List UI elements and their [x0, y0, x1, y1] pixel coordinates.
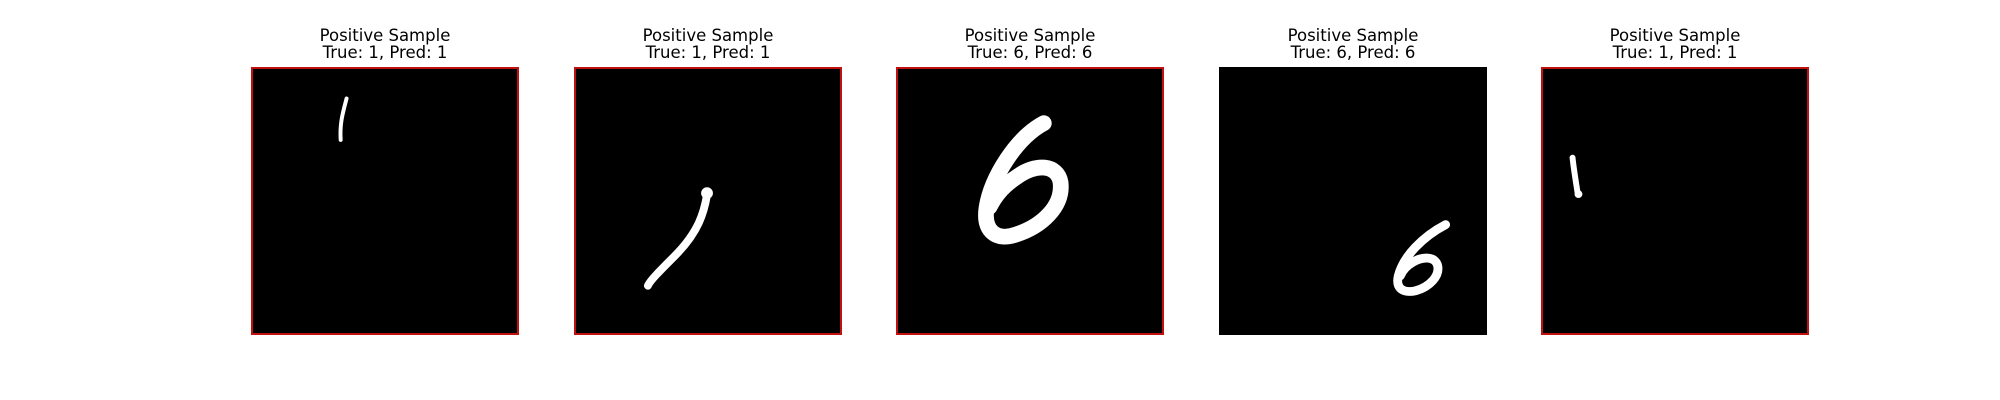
digit-six-icon [978, 115, 1069, 245]
sample-title-4: Positive Sample True: 6, Pred: 6 [1219, 27, 1487, 67]
sample-image-5 [1541, 67, 1809, 335]
sample-title-1: Positive Sample True: 1, Pred: 1 [251, 27, 519, 67]
sample-title-3: Positive Sample True: 6, Pred: 6 [896, 27, 1164, 67]
sample-label: Positive Sample [964, 26, 1096, 45]
sample-label: Positive Sample [319, 26, 451, 45]
digit-one-icon [643, 187, 713, 290]
digit-six-icon [1393, 220, 1451, 296]
sample-panel-3: Positive Sample True: 6, Pred: 6 [896, 27, 1164, 335]
sample-panel-4: Positive Sample True: 6, Pred: 6 [1219, 27, 1487, 335]
sample-caption: True: 6, Pred: 6 [967, 43, 1093, 62]
sample-title-2: Positive Sample True: 1, Pred: 1 [574, 27, 842, 67]
sample-panel-5: Positive Sample True: 1, Pred: 1 [1541, 27, 1809, 335]
sample-label: Positive Sample [642, 26, 774, 45]
sample-image-3 [896, 67, 1164, 335]
sample-label: Positive Sample [1609, 26, 1741, 45]
sample-caption: True: 1, Pred: 1 [1612, 43, 1738, 62]
sample-caption: True: 6, Pred: 6 [1290, 43, 1416, 62]
sample-caption: True: 1, Pred: 1 [645, 43, 771, 62]
sample-image-2 [574, 67, 842, 335]
sample-title-5: Positive Sample True: 1, Pred: 1 [1541, 27, 1809, 67]
digit-one-icon [338, 96, 349, 142]
sample-image-1 [251, 67, 519, 335]
sample-image-4 [1219, 67, 1487, 335]
digit-one-icon [1569, 154, 1583, 199]
sample-caption: True: 1, Pred: 1 [322, 43, 448, 62]
sample-panel-1: Positive Sample True: 1, Pred: 1 [251, 27, 519, 335]
sample-label: Positive Sample [1287, 26, 1419, 45]
sample-panel-2: Positive Sample True: 1, Pred: 1 [574, 27, 842, 335]
